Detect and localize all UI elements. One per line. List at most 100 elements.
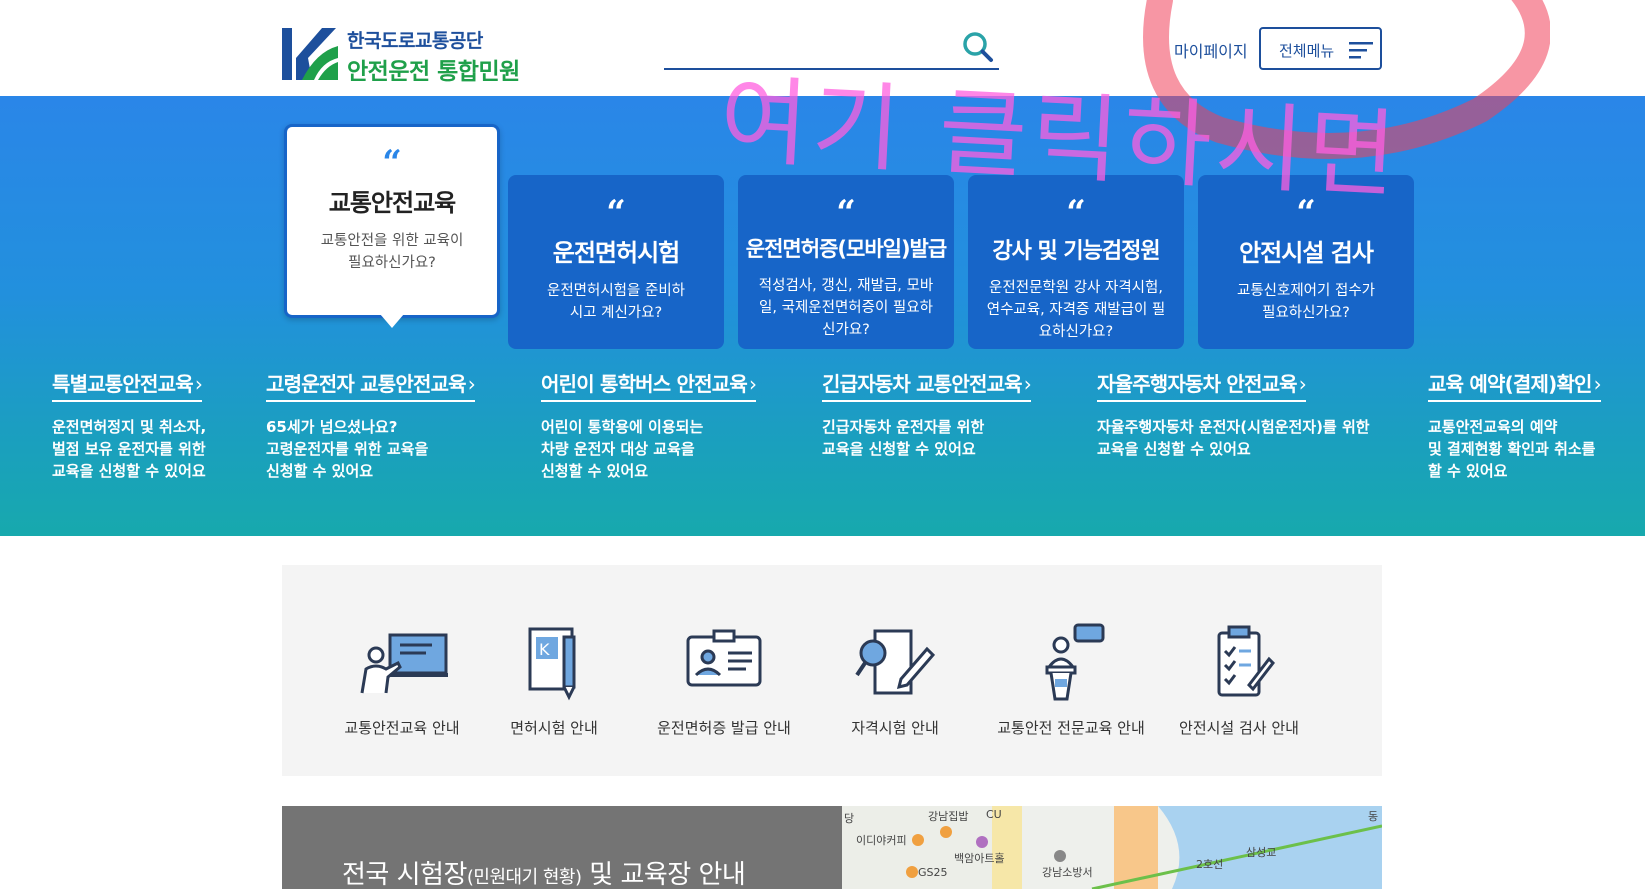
quote-icon: “ bbox=[1066, 193, 1086, 233]
location-map[interactable]: 강남집밥 CU 이디야커피 백암아트홀 GS25 강남소방서 삼성교 2호선 당… bbox=[842, 806, 1382, 889]
card-pointer bbox=[380, 314, 404, 328]
sub-desc-line: 교육을 신청할 수 있어요 bbox=[1097, 440, 1251, 458]
search-input[interactable] bbox=[664, 30, 949, 66]
sub-link-label: 어린이 통학버스 안전교육 bbox=[541, 372, 748, 396]
map-label: 당 bbox=[844, 812, 855, 825]
guide-facility-inspection[interactable]: 안전시설 검사 안내 bbox=[1154, 623, 1324, 738]
sub-desc-line: 운전면허정지 및 취소자, bbox=[52, 418, 207, 436]
sub-link[interactable]: 자율주행자동차 안전교육 › bbox=[1097, 368, 1307, 402]
guide-label: 운전면허증 발급 안내 bbox=[657, 719, 791, 737]
sub-reservation-check: 교육 예약(결제)확인 › 교통안전교육의 예약 및 결제현황 확인과 취소를 할… bbox=[1428, 368, 1602, 482]
sub-desc-line: 벌점 보유 운전자를 위한 bbox=[52, 440, 206, 458]
map-label: 강남소방서 bbox=[1042, 866, 1093, 879]
logo-org-name: 한국도로교통공단 bbox=[347, 30, 483, 52]
sub-link-label: 고령운전자 교통안전교육 bbox=[266, 372, 467, 396]
guide-label: 안전시설 검사 안내 bbox=[1179, 719, 1299, 737]
card-title: 운전면허증(모바일)발급 bbox=[745, 237, 947, 261]
sub-special-education: 특별교통안전교육 › 운전면허정지 및 취소자, 벌점 보유 운전자를 위한 교육… bbox=[52, 368, 206, 482]
hero-section: “ 교통안전교육 교통안전을 위한 교육이 필요하신가요? “ 운전면허시험 운… bbox=[0, 96, 1645, 536]
card-title: 안전시설 검사 bbox=[1239, 239, 1374, 267]
map-label: 강남집밥 bbox=[928, 810, 969, 823]
sub-desc-line: 교육을 신청할 수 있어요 bbox=[52, 462, 206, 480]
mypage-link[interactable]: 마이페이지 bbox=[1174, 38, 1248, 62]
search-icon[interactable] bbox=[961, 30, 995, 64]
chevron-right-icon: › bbox=[1023, 372, 1032, 396]
sub-emergency-vehicle-education: 긴급자동차 교통안전교육 › 긴급자동차 운전자를 위한 교육을 신청할 수 있어… bbox=[822, 368, 1032, 460]
svg-text:K: K bbox=[539, 640, 550, 659]
sub-link-label: 특별교통안전교육 bbox=[52, 372, 194, 396]
sub-link[interactable]: 교육 예약(결제)확인 › bbox=[1428, 368, 1602, 402]
sub-desc-line: 및 결제현황 확인과 취소를 bbox=[1428, 440, 1596, 458]
guide-license-test[interactable]: K 면허시험 안내 bbox=[469, 623, 639, 738]
koroad-logo-icon bbox=[282, 28, 338, 80]
sub-desc-line: 교통안전교육의 예약 bbox=[1428, 418, 1558, 436]
guide-label: 자격시험 안내 bbox=[851, 719, 939, 737]
quote-icon: “ bbox=[1296, 193, 1316, 233]
sub-desc: 어린이 통학용에 이용되는 차량 운전자 대상 교육을 신청할 수 있어요 bbox=[541, 416, 756, 482]
quote-icon: “ bbox=[606, 193, 626, 233]
sub-desc-line: 차량 운전자 대상 교육을 bbox=[541, 440, 695, 458]
guide-qualification-exam[interactable]: 자격시험 안내 bbox=[810, 623, 980, 738]
all-menu-label: 전체메뉴 bbox=[1279, 42, 1335, 60]
test-center-guide-banner[interactable]: 전국 시험장(민원대기 현황) 및 교육장 안내 bbox=[282, 806, 842, 889]
sub-link[interactable]: 특별교통안전교육 › bbox=[52, 368, 203, 402]
card-desc: 운전면허시험을 준비하시고 계신가요? bbox=[546, 283, 685, 321]
card-desc: 적성검사, 갱신, 재발급, 모바일, 국제운전면허증이 필요하신가요? bbox=[758, 278, 934, 338]
exam-magnifier-icon bbox=[855, 629, 936, 695]
search-bar bbox=[664, 26, 999, 70]
map-label: 2호선 bbox=[1196, 858, 1224, 871]
title-main: 전국 시험장 bbox=[342, 860, 467, 889]
sub-link[interactable]: 어린이 통학버스 안전교육 › bbox=[541, 368, 757, 402]
card-title: 강사 및 기능검정원 bbox=[992, 239, 1160, 264]
all-menu-button[interactable]: 전체메뉴 bbox=[1259, 27, 1382, 70]
sub-desc: 65세가 넘으셨나요? 고령운전자를 위한 교육을 신청할 수 있어요 bbox=[266, 416, 475, 482]
hamburger-menu-icon bbox=[1349, 42, 1373, 59]
map-label: CU bbox=[986, 808, 1002, 821]
card-traffic-safety-education[interactable]: “ 교통안전교육 교통안전을 위한 교육이 필요하신가요? bbox=[284, 124, 500, 318]
sub-desc: 교통안전교육의 예약 및 결제현황 확인과 취소를 할 수 있어요 bbox=[1428, 416, 1601, 482]
sub-desc-line: 자율주행자동차 운전자(시험운전자)를 위한 bbox=[1097, 418, 1370, 436]
sub-link-label: 긴급자동차 교통안전교육 bbox=[822, 372, 1023, 396]
sub-link-label: 자율주행자동차 안전교육 bbox=[1097, 372, 1298, 396]
card-desc: 운전전문학원 강사 자격시험, 연수교육, 자격증 재발급이 필요하신가요? bbox=[986, 280, 1166, 340]
map-label: 이디야커피 bbox=[856, 834, 907, 847]
sub-desc-line: 할 수 있어요 bbox=[1428, 462, 1508, 480]
card-desc: 교통안전을 위한 교육이 필요하신가요? bbox=[320, 233, 464, 271]
card-title: 운전면허시험 bbox=[552, 239, 680, 267]
guide-section: 교통안전교육 안내 K 면허시험 안내 운전면허증 발급 안내 자격시험 안내 … bbox=[282, 565, 1382, 776]
license-book-pen-icon: K bbox=[528, 627, 576, 701]
sub-link-label: 교육 예약(결제)확인 bbox=[1428, 372, 1592, 396]
sub-desc-line: 고령운전자를 위한 교육을 bbox=[266, 440, 429, 458]
card-title: 교통안전교육 bbox=[328, 189, 456, 217]
sub-desc-line: 교육을 신청할 수 있어요 bbox=[822, 440, 976, 458]
logo-service-name: 안전운전 통합민원 bbox=[347, 59, 520, 85]
clipboard-checklist-icon bbox=[1217, 625, 1275, 697]
card-instructor-examiner[interactable]: “ 강사 및 기능검정원 운전전문학원 강사 자격시험, 연수교육, 자격증 재… bbox=[968, 175, 1184, 349]
guide-traffic-education[interactable]: 교통안전교육 안내 bbox=[317, 623, 487, 738]
sub-autonomous-vehicle-education: 자율주행자동차 안전교육 › 자율주행자동차 운전자(시험운전자)를 위한 교육을… bbox=[1097, 368, 1370, 460]
test-center-title: 전국 시험장(민원대기 현황) 및 교육장 안내 bbox=[342, 854, 746, 889]
sub-desc-line: 신청할 수 있어요 bbox=[541, 462, 649, 480]
sub-link[interactable]: 긴급자동차 교통안전교육 › bbox=[822, 368, 1032, 402]
title-small: (민원대기 현황) bbox=[466, 867, 582, 888]
map-label: 삼성교 bbox=[1246, 846, 1277, 859]
map-label: GS25 bbox=[918, 866, 948, 879]
site-logo[interactable]: 한국도로교통공단 안전운전 통합민원 bbox=[282, 26, 542, 85]
card-driver-license-test[interactable]: “ 운전면허시험 운전면허시험을 준비하시고 계신가요? bbox=[508, 175, 724, 349]
chevron-right-icon: › bbox=[1298, 372, 1307, 396]
sub-link[interactable]: 고령운전자 교통안전교육 › bbox=[266, 368, 476, 402]
sub-desc-line: 어린이 통학용에 이용되는 bbox=[541, 418, 704, 436]
chevron-right-icon: › bbox=[748, 372, 757, 396]
card-license-issuance[interactable]: “ 운전면허증(모바일)발급 적성검사, 갱신, 재발급, 모바일, 국제운전면… bbox=[738, 175, 954, 349]
card-safety-facility-inspection[interactable]: “ 안전시설 검사 교통신호제어기 접수가 필요하신가요? bbox=[1198, 175, 1414, 349]
sub-school-bus-education: 어린이 통학버스 안전교육 › 어린이 통학용에 이용되는 차량 운전자 대상 교… bbox=[541, 368, 757, 482]
sub-senior-driver-education: 고령운전자 교통안전교육 › 65세가 넘으셨나요? 고령운전자를 위한 교육을 … bbox=[266, 368, 476, 482]
quote-icon: “ bbox=[836, 193, 856, 233]
quote-icon: “ bbox=[382, 143, 402, 183]
teacher-board-icon bbox=[360, 633, 448, 694]
title-end: 및 교육장 안내 bbox=[581, 860, 746, 889]
guide-label: 교통안전 전문교육 안내 bbox=[997, 719, 1145, 737]
guide-license-issuance[interactable]: 운전면허증 발급 안내 bbox=[639, 623, 809, 738]
guide-professional-education[interactable]: 교통안전 전문교육 안내 bbox=[986, 623, 1156, 738]
guide-label: 면허시험 안내 bbox=[510, 719, 598, 737]
